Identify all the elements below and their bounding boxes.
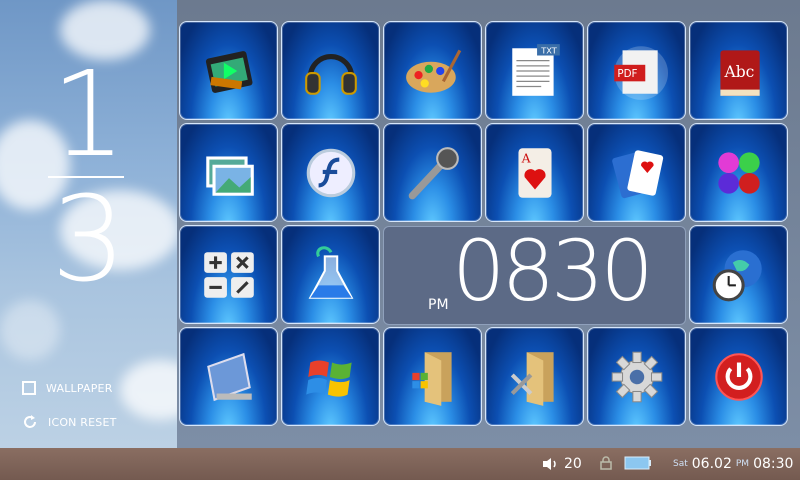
windows-app-tile[interactable] [281,327,380,426]
pdf-badge-text: PDF [617,68,637,80]
playing-cards-icon [611,149,663,198]
media-player-tile[interactable] [179,327,278,426]
battery-indicator [624,456,652,470]
refresh-icon [24,415,36,428]
clock-ampm: PM [428,297,449,313]
paint-palette-icon [405,49,461,93]
clock-widget[interactable]: PM 0830 [383,226,686,325]
photos-icon [205,155,254,196]
world-clock-icon [712,249,762,301]
settings-tile[interactable] [587,327,686,426]
ace-of-hearts-card-icon: A [517,147,552,198]
volume-level: 20 [564,456,582,472]
power-icon [714,352,763,401]
windows-logo-icon [305,359,352,397]
wallpaper-label: WALLPAPER [46,381,113,395]
headphones-icon [304,53,357,95]
video-film-icon [205,50,253,93]
txt-badge-text: TXT [540,45,558,55]
music-app-tile[interactable] [281,21,380,120]
flash-player-icon [306,148,355,197]
total-page-number: 3 [50,170,127,308]
windows-folder-icon [411,351,452,406]
photo-viewer-tile[interactable] [179,123,278,222]
lock-icon [600,456,612,470]
world-clock-tile[interactable] [689,225,788,324]
card-game-tile[interactable] [587,123,686,222]
microphone-icon [408,146,459,199]
txt-document-icon: TXT [511,43,560,96]
puzzle-game-tile[interactable] [689,123,788,222]
dictionary-app-tile[interactable]: Abc [689,21,788,120]
pdf-document-icon: PDF [613,45,668,100]
science-app-tile[interactable] [281,225,380,324]
pdf-reader-tile[interactable]: PDF [587,21,686,120]
text-reader-tile[interactable]: TXT [485,21,584,120]
power-tile[interactable] [689,327,788,426]
calculator-icon [203,251,254,298]
lock-indicator[interactable] [600,456,612,470]
icon-reset-label: ICON RESET [48,415,117,429]
icon-reset-option[interactable]: ICON RESET [22,414,117,430]
status-ampm: PM [735,459,750,469]
science-flask-icon [308,245,353,299]
settings-gear-icon [611,351,662,402]
page-indicator-panel: 1 3 WALLPAPER ICON RESET [0,0,177,448]
status-time: 08:30 [753,456,794,472]
date-text: 06.02 [691,456,732,472]
dictionary-book-icon: Abc [719,49,760,96]
day-of-week: Sat [673,459,688,469]
clock-time: 0830 [452,222,654,320]
flash-player-tile[interactable] [281,123,380,222]
wallpaper-checkbox[interactable] [22,381,36,395]
date-time-display: Sat 06.02 PM 08:30 [673,456,793,472]
battery-icon [624,456,651,470]
paint-app-tile[interactable] [383,21,482,120]
tools-folder-tile[interactable] [485,327,584,426]
calculator-tile[interactable] [179,225,278,324]
status-bar: 20 Sat 06.02 PM 08:30 [0,448,800,480]
abc-badge-text: Abc [723,63,754,81]
music-player-icon [206,352,252,401]
tools-folder-icon [510,351,554,406]
colored-balls-icon [717,151,760,194]
ace-badge-text: A [520,150,531,165]
windows-folder-tile[interactable] [383,327,482,426]
current-page-number: 1 [50,45,127,183]
volume-control[interactable]: 20 [542,456,582,472]
video-app-tile[interactable] [179,21,278,120]
speaker-icon [543,458,556,470]
solitaire-game-tile[interactable]: A [485,123,584,222]
recorder-app-tile[interactable] [383,123,482,222]
wallpaper-option[interactable]: WALLPAPER [22,381,113,395]
